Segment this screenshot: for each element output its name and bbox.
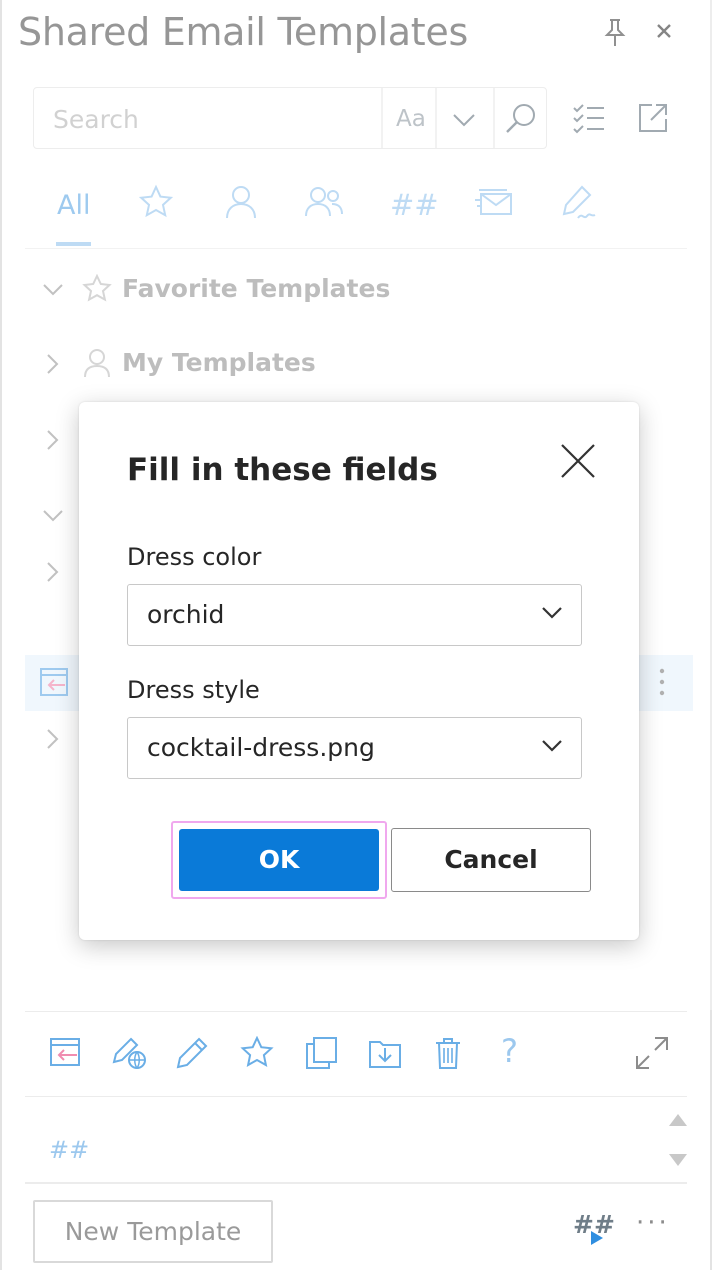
dress-color-select[interactable]: orchid — [127, 584, 582, 646]
dress-color-label: Dress color — [127, 543, 262, 571]
favorite-star-icon[interactable] — [240, 1035, 274, 1074]
close-icon[interactable] — [559, 442, 597, 480]
dress-style-label: Dress style — [127, 676, 260, 704]
move-to-folder-icon[interactable] — [368, 1036, 402, 1074]
new-template-button[interactable]: New Template — [33, 1200, 273, 1263]
chevron-down-icon — [541, 605, 563, 624]
help-icon[interactable]: ? — [501, 1032, 518, 1070]
edit-web-icon[interactable] — [111, 1036, 147, 1074]
play-icon — [590, 1230, 604, 1250]
scroll-up-icon[interactable] — [668, 1112, 688, 1131]
preview-text: ## — [49, 1136, 90, 1164]
expand-icon[interactable] — [635, 1036, 669, 1074]
more-options-button[interactable]: ··· — [636, 1208, 670, 1238]
scroll-down-icon[interactable] — [668, 1152, 688, 1171]
delete-icon[interactable] — [434, 1036, 462, 1074]
footer-divider — [25, 1182, 687, 1184]
chevron-down-icon — [541, 738, 563, 757]
edit-icon[interactable] — [175, 1036, 209, 1074]
insert-template-icon[interactable] — [49, 1036, 81, 1072]
cancel-button[interactable]: Cancel — [391, 828, 591, 892]
dress-color-value: orchid — [147, 600, 225, 629]
add-in-pane: Shared Email Templates Search Aa All ## … — [0, 0, 712, 1270]
ok-button[interactable]: OK — [179, 829, 379, 891]
dress-style-select[interactable]: cocktail-dress.png — [127, 717, 582, 779]
fill-fields-dialog: Fill in these fields Dress color orchid … — [79, 402, 639, 940]
dialog-title: Fill in these fields — [127, 452, 438, 488]
dress-style-value: cocktail-dress.png — [147, 733, 375, 762]
template-toolbar: ? — [25, 1011, 687, 1097]
copy-icon[interactable] — [304, 1036, 338, 1074]
